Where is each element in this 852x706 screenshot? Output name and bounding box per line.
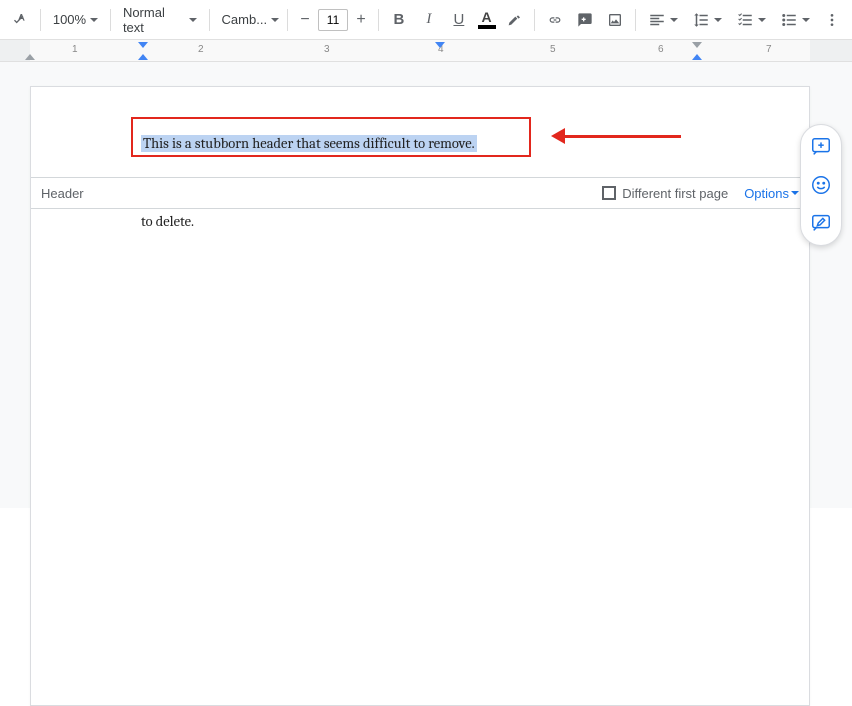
comment-plus-icon: [810, 136, 832, 158]
ruler-number: 1: [72, 44, 78, 55]
ruler-number: 6: [658, 44, 664, 55]
left-margin-marker[interactable]: [25, 54, 35, 60]
italic-button[interactable]: I: [415, 6, 443, 34]
header-options-dropdown[interactable]: Options: [744, 186, 799, 201]
ruler-scale: 1 2 3 4 5 6 7: [30, 40, 820, 61]
chevron-down-icon: [271, 18, 279, 22]
toolbar: 100% Normal text Camb... − + B I U A: [0, 0, 852, 40]
ruler-number: 7: [766, 44, 772, 55]
bullet-list-icon: [780, 11, 798, 29]
text-color-button[interactable]: A: [475, 10, 498, 29]
spellcheck-button[interactable]: [6, 6, 34, 34]
suggest-edit-icon: [810, 212, 832, 234]
zoom-select[interactable]: 100%: [47, 6, 104, 34]
align-select[interactable]: [642, 6, 684, 34]
ruler-number: 5: [550, 44, 556, 55]
spellcheck-icon: [12, 11, 28, 29]
font-size-group: − +: [294, 9, 372, 31]
header-text[interactable]: This is a stubborn header that seems dif…: [141, 135, 477, 152]
style-value: Normal text: [123, 5, 185, 35]
link-icon: [547, 11, 563, 29]
new-comment-button[interactable]: [805, 131, 837, 163]
separator: [40, 9, 41, 31]
zoom-value: 100%: [53, 12, 86, 27]
line-spacing-icon: [692, 11, 710, 29]
right-margin-marker[interactable]: [692, 42, 702, 48]
font-size-input[interactable]: [318, 9, 348, 31]
comment-rail: [800, 124, 842, 246]
highlight-button[interactable]: [500, 6, 528, 34]
font-select[interactable]: Camb...: [216, 6, 282, 34]
separator: [110, 9, 111, 31]
different-first-page-label: Different first page: [622, 186, 728, 201]
tab-marker[interactable]: [435, 42, 445, 48]
separator: [378, 9, 379, 31]
horizontal-ruler[interactable]: 1 2 3 4 5 6 7: [0, 40, 852, 62]
insert-image-button[interactable]: [601, 6, 629, 34]
paragraph-style-select[interactable]: Normal text: [117, 6, 203, 34]
chevron-down-icon: [714, 18, 722, 22]
image-icon: [607, 11, 623, 29]
increase-font-button[interactable]: +: [350, 9, 372, 31]
options-label: Options: [744, 186, 789, 201]
separator: [209, 9, 210, 31]
arrow-line: [563, 135, 681, 138]
first-line-indent-marker[interactable]: [138, 42, 148, 48]
suggest-edits-button[interactable]: [805, 207, 837, 239]
highlighter-icon: [506, 11, 522, 29]
different-first-page-checkbox[interactable]: Different first page: [602, 186, 728, 201]
separator: [534, 9, 535, 31]
decrease-font-button[interactable]: −: [294, 9, 316, 31]
document-page[interactable]: This is a stubborn header that seems dif…: [30, 86, 810, 706]
header-section-label: Header: [41, 186, 84, 201]
chevron-down-icon: [670, 18, 678, 22]
more-button[interactable]: [818, 6, 846, 34]
add-comment-button[interactable]: [571, 6, 599, 34]
checklist-select[interactable]: [730, 6, 772, 34]
align-left-icon: [648, 11, 666, 29]
chevron-down-icon: [189, 18, 197, 22]
line-spacing-select[interactable]: [686, 6, 728, 34]
header-region[interactable]: This is a stubborn header that seems dif…: [141, 135, 477, 152]
insert-link-button[interactable]: [541, 6, 569, 34]
checkbox-icon: [602, 186, 616, 200]
smiley-icon: [810, 174, 832, 196]
underline-button[interactable]: U: [445, 6, 473, 34]
font-value: Camb...: [222, 12, 268, 27]
chevron-down-icon: [802, 18, 810, 22]
ruler-number: 2: [198, 44, 204, 55]
text-color-swatch: [478, 25, 496, 29]
header-options-bar: Header Different first page Options: [31, 177, 809, 209]
chevron-down-icon: [90, 18, 98, 22]
chevron-down-icon: [758, 18, 766, 22]
left-indent-marker[interactable]: [138, 54, 148, 60]
comment-plus-icon: [577, 11, 593, 29]
separator: [635, 9, 636, 31]
ruler-number: 3: [324, 44, 330, 55]
emoji-reaction-button[interactable]: [805, 169, 837, 201]
bold-button[interactable]: B: [385, 6, 413, 34]
kebab-icon: [824, 11, 840, 29]
checklist-icon: [736, 11, 754, 29]
right-indent-marker[interactable]: [692, 54, 702, 60]
chevron-down-icon: [791, 191, 799, 195]
separator: [287, 9, 288, 31]
document-canvas: This is a stubborn header that seems dif…: [0, 62, 852, 508]
text-color-letter: A: [482, 10, 492, 24]
body-text-fragment: to delete.: [141, 213, 194, 230]
bulleted-list-select[interactable]: [774, 6, 816, 34]
